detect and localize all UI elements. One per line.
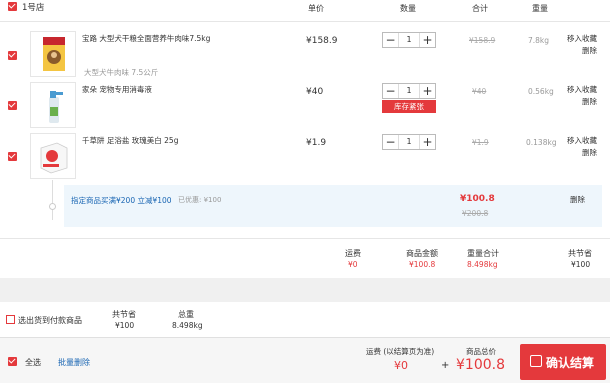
checkout-label: 确认结算 (546, 356, 595, 370)
stock-warning-badge: 库存紧张 (382, 100, 436, 113)
quantity-input[interactable]: 1 (399, 33, 419, 47)
select-all-checkbox[interactable] (8, 357, 17, 366)
subtotal: ¥158.9 (469, 36, 496, 45)
header-divider (0, 21, 610, 22)
store-name: 1号店 (22, 3, 45, 13)
column-weight: 重量 (532, 4, 548, 13)
promo-discount: 已优惠: ¥100 (178, 196, 222, 204)
unit-price: ¥158.9 (306, 36, 338, 46)
goods-amount-value: ¥100.8 (409, 260, 436, 269)
bottom-bar (0, 337, 610, 383)
bottom-total-value: ¥100.8 (456, 357, 505, 373)
delete-link[interactable]: 删除 (582, 45, 597, 57)
promo-text[interactable]: 指定商品买满¥200 立减¥100 (71, 195, 172, 206)
promo-connector-line (52, 180, 53, 220)
column-qty: 数量 (400, 4, 416, 13)
section-gap (0, 278, 610, 302)
goods-amount-label: 商品金额 (406, 249, 438, 258)
decrease-button[interactable]: − (383, 33, 399, 47)
product-name-link[interactable]: 家朵 宠物专用消毒液 (82, 84, 152, 95)
product-spec: 大型犬牛肉味 7.5公斤 (84, 68, 159, 77)
quantity-input[interactable]: 1 (399, 135, 419, 149)
decrease-button[interactable]: − (383, 84, 399, 98)
item-weight: 0.138kg (526, 138, 557, 147)
plus-sign: + (441, 360, 450, 371)
decrease-button[interactable]: − (383, 135, 399, 149)
subtotal: ¥40 (472, 87, 487, 96)
shipping-label: 运费 (345, 249, 361, 258)
promo-total: ¥100.8 (460, 194, 495, 204)
weight-total-value: 8.498kg (467, 260, 498, 269)
filter-saved-value: ¥100 (115, 321, 135, 330)
saved-value: ¥100 (571, 260, 591, 269)
quantity-stepper[interactable]: − 1 + (382, 32, 436, 48)
column-subtotal: 合计 (472, 4, 488, 13)
product-image[interactable] (30, 31, 76, 77)
unit-price: ¥40 (306, 87, 324, 97)
cod-filter-checkbox[interactable] (6, 315, 15, 324)
product-image[interactable] (30, 133, 76, 179)
store-summary (0, 239, 610, 277)
subtotal: ¥1.9 (472, 138, 489, 147)
move-to-favorites-link[interactable]: 移入收藏 (567, 84, 597, 96)
item-checkbox[interactable] (8, 51, 17, 60)
filter-weight-label: 总重 (178, 310, 194, 319)
product-image[interactable] (30, 82, 76, 128)
unit-price: ¥1.9 (306, 138, 327, 148)
checkout-button[interactable]: 确认结算 (520, 344, 606, 380)
shipping-value: ¥0 (348, 260, 358, 269)
promo-delete-link[interactable]: 删除 (570, 194, 585, 206)
weight-total-label: 重量合计 (467, 249, 499, 258)
delete-link[interactable]: 删除 (582, 147, 597, 159)
item-weight: 0.56kg (528, 87, 554, 96)
quantity-stepper[interactable]: − 1 + (382, 83, 436, 99)
filter-saved-label: 共节省 (112, 310, 136, 319)
checkout-icon (530, 355, 542, 367)
quantity-input[interactable]: 1 (399, 84, 419, 98)
cod-filter-label[interactable]: 选出货到付款商品 (18, 315, 82, 326)
filter-weight-value: 8.498kg (172, 321, 203, 330)
product-name-link[interactable]: 千草阱 足浴盐 玫瑰美白 25g (82, 135, 178, 146)
select-all-label[interactable]: 全选 (25, 357, 41, 368)
move-to-favorites-link[interactable]: 移入收藏 (567, 33, 597, 45)
quantity-stepper[interactable]: − 1 + (382, 134, 436, 150)
product-name-link[interactable]: 宝路 大型犬干粮全面营养牛肉味7.5kg (82, 33, 252, 44)
increase-button[interactable]: + (419, 135, 435, 149)
promo-original: ¥200.8 (462, 209, 489, 218)
bottom-shipping-label: 运费 (以结算页为准) (366, 347, 435, 356)
bottom-shipping-value: ¥0 (394, 359, 408, 372)
item-checkbox[interactable] (8, 152, 17, 161)
delete-link[interactable]: 删除 (582, 96, 597, 108)
item-checkbox[interactable] (8, 101, 17, 110)
promo-block (64, 185, 602, 227)
bottom-total-label: 商品总价 (466, 347, 496, 356)
item-weight: 7.8kg (528, 36, 550, 45)
increase-button[interactable]: + (419, 33, 435, 47)
batch-delete-link[interactable]: 批量删除 (58, 357, 90, 368)
store-checkbox[interactable] (8, 2, 17, 11)
promo-connector-dot (49, 203, 56, 210)
saved-label: 共节省 (568, 249, 592, 258)
move-to-favorites-link[interactable]: 移入收藏 (567, 135, 597, 147)
column-price: 单价 (308, 4, 324, 13)
increase-button[interactable]: + (419, 84, 435, 98)
